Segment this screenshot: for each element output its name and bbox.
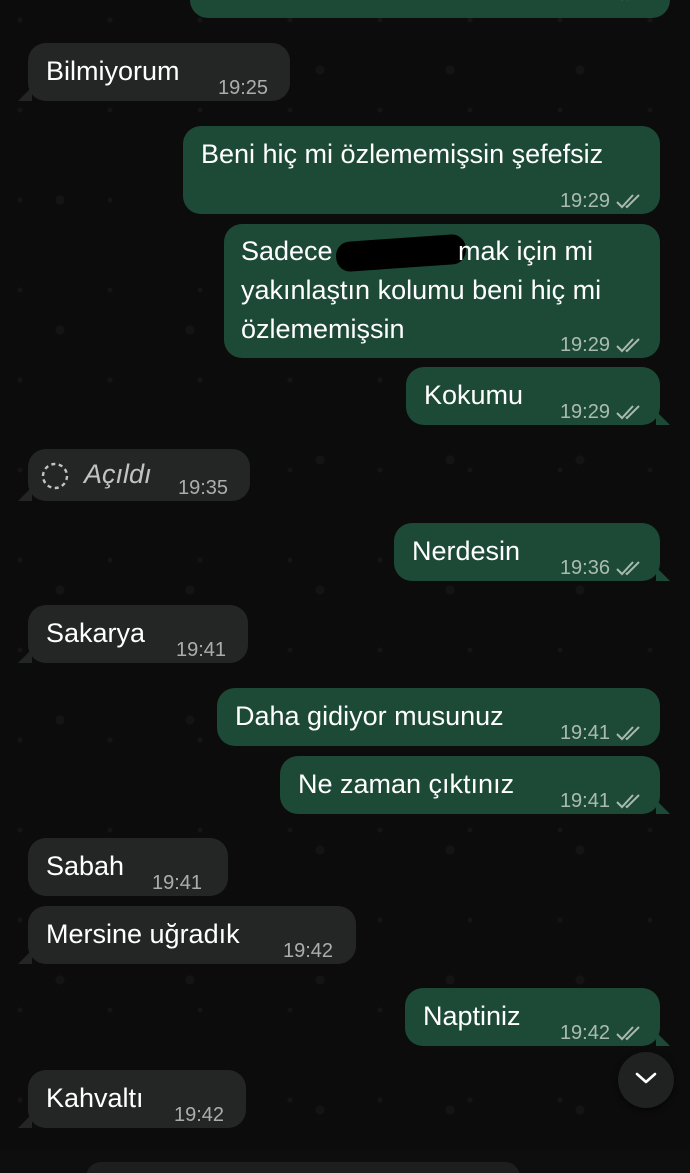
message-outgoing[interactable]: Naptiniz 19:42 [405,988,670,1046]
message-text: Beni hiç mi özlememişsin şefefsiz [201,139,604,169]
message-meta: 19:41 [560,782,644,820]
chat-background: 19:24 Bilmiyorum 19:25 Beni hiç mi özlem… [0,0,690,1173]
bubble-tail [18,649,32,663]
double-check-icon [616,0,644,1]
message-meta: 19:42 [283,932,333,970]
message-incoming[interactable]: Bilmiyorum 19:25 [18,43,290,101]
redaction-mark [335,233,467,273]
message-time: 19:41 [152,872,203,894]
message-meta: 19:24 [560,0,644,12]
message-meta: 19:42 [174,1096,224,1134]
message-meta: 19:41 [560,714,644,752]
message-meta: 19:36 [560,549,644,587]
message-time: 19:29 [559,401,610,423]
message-input[interactable] [86,1162,520,1173]
message-incoming[interactable]: Açıldı 19:35 [18,449,250,501]
message-text: Sakarya [46,618,146,648]
message-text: Ne zaman çıktınız [298,769,515,799]
message-meta: 19:41 [176,631,226,669]
message-incoming[interactable]: Sakarya 19:41 [18,605,248,663]
message-text: Daha gidiyor musunuz [235,701,504,731]
message-meta: 19:42 [560,1014,644,1052]
double-check-icon [616,1025,644,1041]
message-incoming[interactable]: Kahvaltı 19:42 [18,1070,246,1128]
message-outgoing[interactable]: Ne zaman çıktınız 19:41 [280,756,670,814]
message-time: 19:35 [178,477,229,499]
bubble-tail [18,87,32,101]
scroll-down-button[interactable] [618,1052,674,1108]
view-once-opened-icon [40,461,70,501]
message-time: 19:29 [559,334,610,356]
message-meta: 19:29 [560,182,644,220]
message-incoming[interactable]: Mersine uğradık 19:42 [18,906,356,964]
message-time: 19:41 [176,639,227,661]
bubble-tail [656,800,670,814]
message-text: Sabah [46,851,125,881]
message-time: 19:42 [283,940,334,962]
message-time: 19:24 [560,0,610,12]
bubble-tail [18,950,32,964]
double-check-icon [616,560,644,576]
double-check-icon [616,404,644,420]
message-time: 19:25 [218,77,269,99]
message-time: 19:41 [559,790,610,812]
message-text-line: Sadece [241,236,333,266]
bubble-tail [18,1114,32,1128]
message-time: 19:42 [174,1104,225,1126]
message-outgoing[interactable]: Daha gidiyor musunuz 19:41 [217,688,660,746]
message-time: 19:29 [559,190,610,212]
message-text: Bilmiyorum [46,56,180,86]
message-outgoing[interactable]: 19:24 [190,0,670,18]
double-check-icon [616,725,644,741]
double-check-icon [616,337,644,353]
message-outgoing[interactable]: Beni hiç mi özlememişsin şefefsiz 19:29 [183,126,660,214]
message-time: 19:41 [559,722,610,744]
message-meta: 19:25 [218,69,268,107]
message-outgoing[interactable]: Sadece mak için mi yakınlaştın kolumu be… [224,224,660,358]
chevron-down-icon [634,1071,658,1090]
bubble-tail [656,1032,670,1046]
message-time: 19:42 [559,1022,610,1044]
message-text-line: özlememişsin [241,314,405,344]
message-meta: 19:29 [560,393,644,431]
message-text: Kokumu [424,380,524,410]
double-check-icon [616,793,644,809]
double-check-icon [616,193,644,209]
message-text-line: mak için mi [458,236,594,266]
message-outgoing[interactable]: Kokumu 19:29 [406,367,670,425]
message-text: Mersine uğradık [46,919,240,949]
message-meta: 19:29 [560,326,644,364]
message-incoming[interactable]: Sabah 19:41 [28,838,228,896]
message-meta: 19:41 [152,864,202,902]
message-text: Açıldı [84,459,152,489]
bubble-tail [656,567,670,581]
message-text: Naptiniz [423,1001,521,1031]
message-meta: 19:35 [178,469,228,507]
bubble-tail [656,411,670,425]
message-text: Nerdesin [412,536,521,566]
message-text-line: yakınlaştın kolumu beni hiç mi [241,275,602,305]
bubble-tail [18,487,32,501]
message-time: 19:36 [559,557,610,579]
message-text: Kahvaltı [46,1083,144,1113]
message-outgoing[interactable]: Nerdesin 19:36 [394,523,670,581]
